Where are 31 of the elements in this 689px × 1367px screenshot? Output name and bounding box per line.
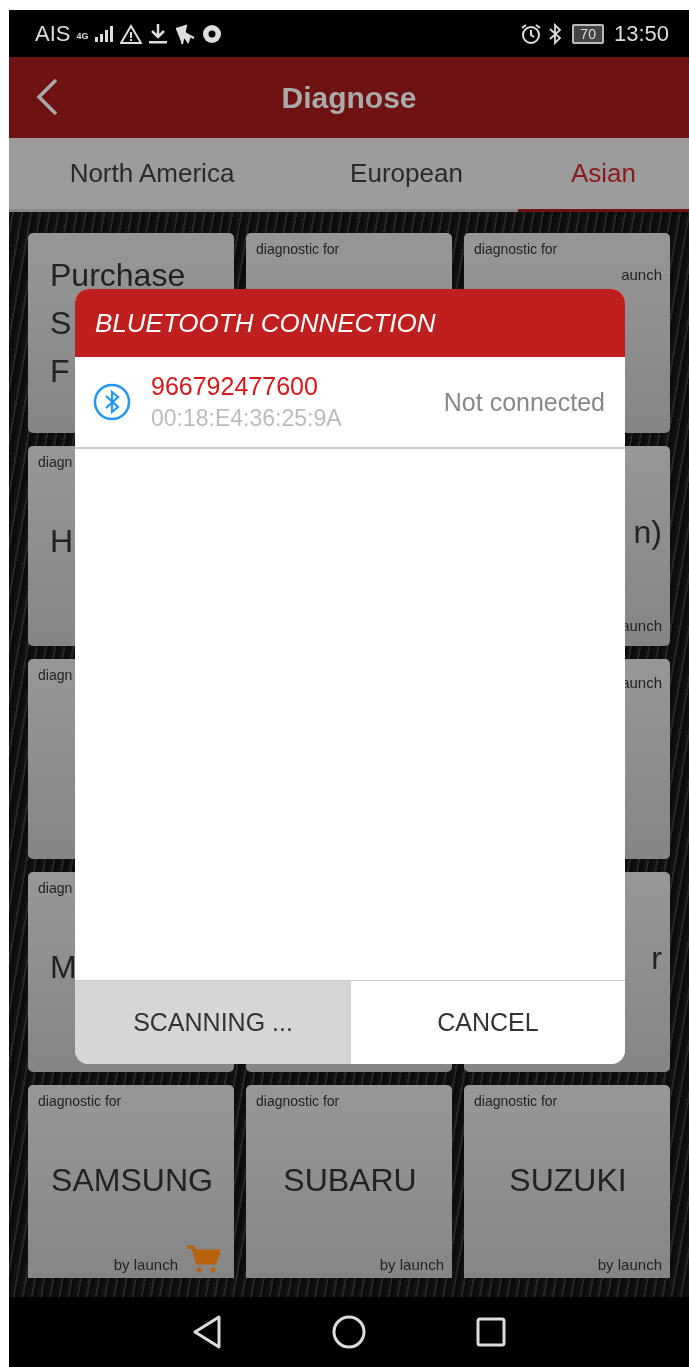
tile-caption: diagnostic for (38, 1093, 122, 1111)
brand-name: SUZUKI (509, 1161, 627, 1200)
tile-caption: diagn (38, 667, 73, 685)
brand-name: SUBARU (283, 1161, 417, 1200)
battery-indicator: 70 (572, 23, 604, 44)
tile-caption: diagn (38, 454, 73, 472)
carrier-name: AIS (35, 20, 71, 47)
device-address: 00:18:E4:36:25:9A (151, 405, 343, 432)
connection-status: Not connected (443, 387, 605, 417)
tile-caption: diagnostic for (474, 1093, 558, 1111)
network-type: 4G (76, 30, 89, 41)
device-name: 966792477600 (151, 372, 319, 401)
tile-vendor: by launch (113, 1256, 178, 1273)
tile-caption: diagnostic for (256, 241, 340, 259)
dialog-title: BLUETOOTH CONNECTION (95, 307, 436, 339)
brand-name: F (50, 352, 70, 391)
tile-vendor: by launch (379, 1256, 444, 1273)
clock-time: 13:50 (613, 20, 669, 47)
tile-caption: diagnostic for (474, 241, 558, 259)
brand-name: Purchase (50, 256, 186, 295)
tile-vendor: aunch (621, 266, 662, 283)
brand-name: n) (633, 513, 662, 552)
page-title: Diagnose (281, 80, 417, 115)
brand-name: S (50, 304, 72, 343)
tile-caption: diagn (38, 880, 73, 898)
brand-name: H (50, 522, 74, 561)
brand-name: SAMSUNG (51, 1161, 213, 1200)
brand-name: r (651, 939, 662, 978)
brand-name: M (50, 948, 77, 987)
tile-caption: diagnostic for (256, 1093, 340, 1111)
tile-vendor: by launch (597, 1256, 662, 1273)
